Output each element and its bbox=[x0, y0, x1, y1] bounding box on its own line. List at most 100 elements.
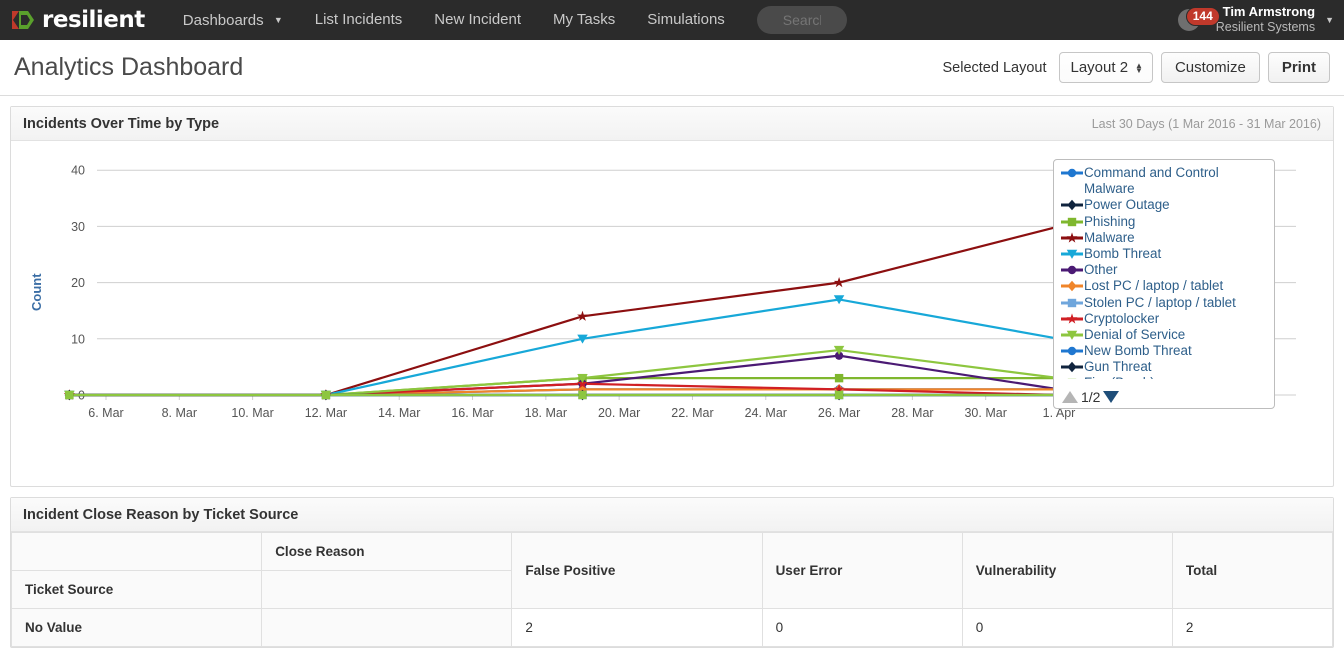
legend-item[interactable]: Stolen PC / laptop / tablet bbox=[1060, 295, 1268, 311]
spinner-arrows-icon: ▲ ▼ bbox=[1135, 60, 1143, 75]
legend-marker-icon bbox=[1060, 262, 1084, 278]
corner-blank-b bbox=[261, 570, 513, 609]
ticket-source-header: Ticket Source bbox=[10, 570, 263, 609]
page-header: Analytics Dashboard Selected Layout Layo… bbox=[0, 40, 1344, 96]
user-name: Tim Armstrong bbox=[1222, 4, 1316, 20]
legend-item[interactable]: Bomb Threat bbox=[1060, 246, 1268, 262]
corner-blank-a bbox=[10, 532, 263, 571]
customize-button[interactable]: Customize bbox=[1160, 52, 1260, 83]
nav-item-label: Dashboards bbox=[182, 11, 264, 29]
chart-date-range: Last 30 Days (1 Mar 2016 - 31 Mar 2016) bbox=[1091, 116, 1321, 131]
svg-text:20: 20 bbox=[71, 276, 85, 290]
print-button[interactable]: Print bbox=[1267, 52, 1330, 83]
svg-text:6. Mar: 6. Mar bbox=[88, 406, 123, 420]
legend-item[interactable]: Phishing bbox=[1060, 214, 1268, 230]
close-reason-header: Close Reason bbox=[261, 532, 513, 571]
legend-marker-icon bbox=[1060, 230, 1084, 246]
svg-text:30: 30 bbox=[71, 220, 85, 234]
navbar-right: 144 Tim Armstrong Resilient Systems ▼ bbox=[1177, 0, 1334, 40]
table-row[interactable]: No Value 2 0 0 2 bbox=[10, 608, 1334, 647]
user-chevron-down-icon[interactable]: ▼ bbox=[1325, 15, 1334, 25]
header-actions: Selected Layout Layout 2 ▲ ▼ Customize Pr… bbox=[943, 52, 1330, 83]
brand-logo[interactable]: resilient bbox=[10, 7, 145, 33]
table-cell: 2 bbox=[1171, 608, 1334, 647]
table-cell: 2 bbox=[511, 608, 763, 647]
layout-select[interactable]: Layout 2 ▲ ▼ bbox=[1058, 52, 1153, 83]
legend-label: Other bbox=[1084, 262, 1118, 278]
legend-label: Command and Control Malware bbox=[1084, 165, 1219, 197]
legend-item[interactable]: New Bomb Threat bbox=[1060, 343, 1268, 359]
column-header-total[interactable]: Total bbox=[1171, 532, 1334, 609]
close-reason-table: Close Reason False Positive User Error V… bbox=[10, 532, 1334, 647]
svg-text:10: 10 bbox=[71, 332, 85, 346]
top-navbar: resilient Dashboards ▼ List Incidents Ne… bbox=[0, 0, 1344, 40]
table-cell: 0 bbox=[761, 608, 963, 647]
column-header-user-error[interactable]: User Error bbox=[761, 532, 963, 609]
legend-item[interactable]: Malware bbox=[1060, 230, 1268, 246]
legend-prev-icon[interactable] bbox=[1062, 391, 1078, 403]
nav-item-new-incident[interactable]: New Incident bbox=[418, 0, 537, 40]
column-header-false-positive[interactable]: False Positive bbox=[511, 532, 763, 609]
chart-panel-header: Incidents Over Time by Type Last 30 Days… bbox=[11, 107, 1333, 141]
legend-items: Command and Control Malware Power Outage P… bbox=[1060, 165, 1268, 379]
legend-label: Cryptolocker bbox=[1084, 310, 1160, 326]
svg-text:28. Mar: 28. Mar bbox=[891, 406, 933, 420]
svg-text:16. Mar: 16. Mar bbox=[451, 406, 493, 420]
user-menu[interactable]: Tim Armstrong Resilient Systems bbox=[1216, 4, 1316, 34]
legend-label: Fire (Brush) bbox=[1084, 375, 1155, 379]
legend-marker-icon bbox=[1060, 327, 1084, 343]
svg-text:30. Mar: 30. Mar bbox=[964, 406, 1006, 420]
nav-item-list-incidents[interactable]: List Incidents bbox=[299, 0, 419, 40]
incidents-over-time-chart[interactable]: 0 10 20 30 40 6. Mar 8. Mar 10. Mar 12. Mar 14. M… bbox=[11, 141, 1333, 486]
legend-label: Phishing bbox=[1084, 213, 1136, 229]
legend-next-icon[interactable] bbox=[1103, 391, 1120, 403]
nav-item-simulations[interactable]: Simulations bbox=[631, 0, 741, 40]
svg-text:8. Mar: 8. Mar bbox=[162, 406, 197, 420]
table-head: Close Reason False Positive User Error V… bbox=[10, 532, 1334, 609]
notification-badge[interactable]: 144 bbox=[1185, 7, 1220, 26]
svg-text:Count: Count bbox=[29, 273, 44, 311]
nav-item-my-tasks[interactable]: My Tasks bbox=[537, 0, 631, 40]
legend-label: Stolen PC / laptop / tablet bbox=[1084, 294, 1236, 310]
legend-marker-icon bbox=[1060, 311, 1084, 327]
legend-pager[interactable]: 1/2 bbox=[1060, 389, 1120, 405]
svg-text:24. Mar: 24. Mar bbox=[745, 406, 787, 420]
legend-label: Power Outage bbox=[1084, 197, 1170, 213]
legend-marker-icon bbox=[1060, 197, 1084, 213]
svg-text:22. Mar: 22. Mar bbox=[671, 406, 713, 420]
page-title: Analytics Dashboard bbox=[14, 53, 244, 81]
svg-text:18. Mar: 18. Mar bbox=[525, 406, 567, 420]
legend-marker-icon bbox=[1060, 278, 1084, 294]
legend-item[interactable]: Command and Control Malware bbox=[1060, 165, 1268, 197]
legend-item[interactable]: Other bbox=[1060, 262, 1268, 278]
legend-label: Gun Threat bbox=[1084, 359, 1152, 375]
legend-item[interactable]: Denial of Service bbox=[1060, 327, 1268, 343]
legend-item[interactable]: Gun Threat bbox=[1060, 359, 1268, 375]
legend-label: New Bomb Threat bbox=[1084, 343, 1192, 359]
table-header-row-1: Close Reason False Positive User Error V… bbox=[10, 532, 1334, 609]
svg-text:20. Mar: 20. Mar bbox=[598, 406, 640, 420]
chart-legend[interactable]: Command and Control Malware Power Outage P… bbox=[1053, 159, 1275, 409]
nav-items: Dashboards ▼ List Incidents New Incident… bbox=[167, 0, 847, 41]
row-label-blank bbox=[261, 608, 513, 647]
layout-select-value: Layout 2 bbox=[1070, 59, 1129, 76]
legend-marker-icon bbox=[1060, 214, 1084, 230]
legend-item[interactable]: Lost PC / laptop / tablet bbox=[1060, 278, 1268, 294]
table-cell: 0 bbox=[961, 608, 1173, 647]
legend-marker-icon bbox=[1060, 295, 1084, 311]
chart-panel: Incidents Over Time by Type Last 30 Days… bbox=[10, 106, 1334, 487]
svg-text:12. Mar: 12. Mar bbox=[305, 406, 347, 420]
notifications[interactable]: 144 bbox=[1177, 5, 1220, 35]
search-input[interactable] bbox=[756, 6, 847, 34]
resilient-logo-icon bbox=[10, 9, 38, 31]
chart-panel-title: Incidents Over Time by Type bbox=[23, 115, 220, 132]
legend-marker-icon bbox=[1060, 375, 1084, 379]
table-panel-header: Incident Close Reason by Ticket Source bbox=[11, 498, 1333, 532]
legend-item[interactable]: Cryptolocker bbox=[1060, 311, 1268, 327]
column-header-vulnerability[interactable]: Vulnerability bbox=[961, 532, 1173, 609]
legend-marker-icon bbox=[1060, 359, 1084, 375]
legend-label: Malware bbox=[1084, 229, 1135, 245]
legend-item[interactable]: Fire (Brush) bbox=[1060, 375, 1268, 379]
legend-item[interactable]: Power Outage bbox=[1060, 197, 1268, 213]
nav-item-dashboards[interactable]: Dashboards ▼ bbox=[167, 0, 299, 41]
